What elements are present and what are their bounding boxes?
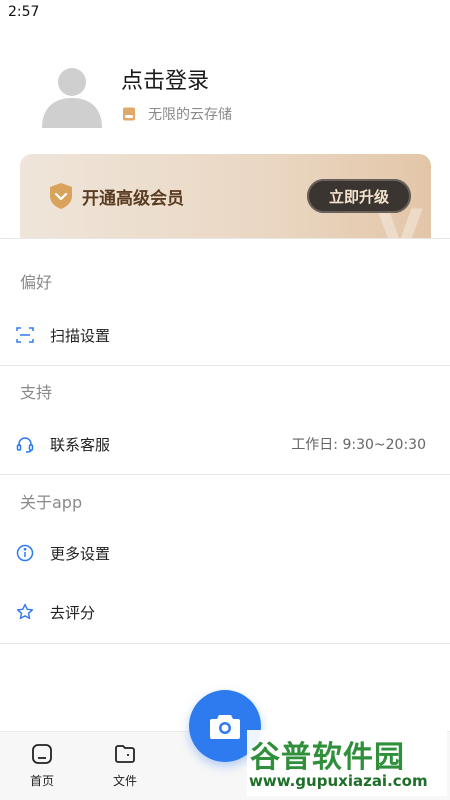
home-icon: [32, 744, 52, 764]
profile-header[interactable]: 点击登录 无限的云存储: [0, 40, 450, 150]
vip-title: 开通高级会员: [82, 189, 184, 209]
row-scan-settings[interactable]: 扫描设置: [0, 315, 450, 355]
divider: [0, 643, 450, 644]
tab-files[interactable]: 文件: [100, 742, 150, 789]
section-label-preferences: 偏好: [20, 273, 53, 292]
star-icon: [16, 603, 34, 620]
avatar-icon[interactable]: [38, 60, 106, 128]
vip-shield-icon: [50, 183, 72, 209]
row-label: 扫描设置: [50, 326, 111, 345]
section-label-about: 关于app: [20, 493, 83, 512]
headset-icon: [16, 437, 34, 453]
folder-icon: [115, 745, 135, 763]
vip-card[interactable]: V 开通高级会员 立即升级: [20, 154, 431, 238]
scan-icon: [16, 327, 34, 343]
working-hours: 工作日: 9:30~20:30: [291, 437, 426, 453]
row-label: 更多设置: [50, 544, 111, 563]
row-label: 去评分: [50, 603, 96, 622]
tab-label: 首页: [29, 774, 54, 788]
storage-row: 无限的云存储: [121, 104, 232, 124]
cloud-storage-icon: [123, 107, 135, 121]
watermark-url: www.gupuxiazai.com: [249, 772, 428, 790]
tab-label: 文件: [112, 774, 137, 788]
camera-icon: [210, 715, 240, 739]
login-title[interactable]: 点击登录: [121, 63, 209, 95]
storage-text: 无限的云存储: [148, 107, 232, 123]
status-time: 2:57: [8, 4, 40, 20]
divider: [0, 365, 450, 366]
section-label-support: 支持: [20, 383, 53, 402]
divider: [0, 474, 450, 475]
info-icon: [16, 544, 34, 562]
row-label: 联系客服: [50, 435, 111, 454]
watermark-logo: 谷普软件园 www.gupuxiazai.com: [247, 730, 447, 796]
tab-home[interactable]: 首页: [17, 742, 67, 789]
settings-sheet: 偏好 扫描设置 支持 联系客服 工作日: 9:30~20:30 关于app 更多…: [0, 238, 450, 731]
row-more-settings[interactable]: 更多设置: [0, 533, 450, 573]
row-contact-support[interactable]: 联系客服 工作日: 9:30~20:30: [0, 424, 450, 464]
watermark-title: 谷普软件园: [250, 740, 405, 775]
row-rate[interactable]: 去评分: [0, 592, 450, 632]
upgrade-button[interactable]: 立即升级: [307, 179, 411, 213]
status-bar: 2:57: [0, 0, 450, 26]
